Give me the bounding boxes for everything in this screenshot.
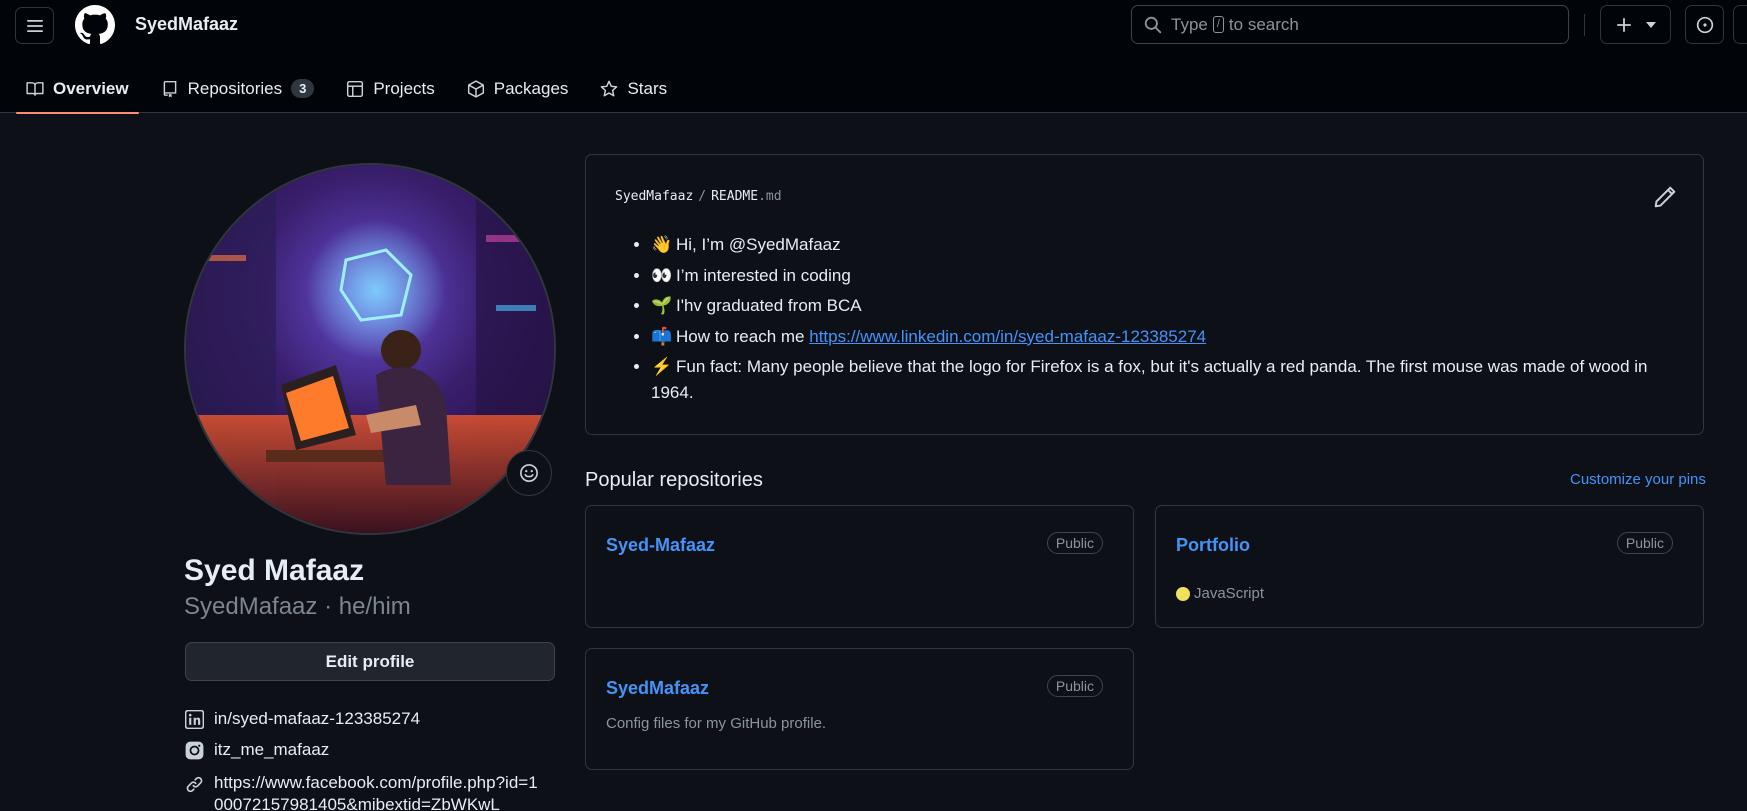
list-item: 👀I’m interested in coding	[651, 263, 1681, 289]
repo-language-label: JavaScript	[1194, 585, 1265, 602]
repo-icon	[163, 80, 176, 97]
linkedin-readme-link[interactable]: https://www.linkedin.com/in/syed-mafaaz-…	[809, 327, 1206, 346]
social-facebook[interactable]: https://www.facebook.com/profile.php?id=…	[184, 772, 544, 811]
top-header: SyedMafaaz Type / to search Overview Rep…	[0, 0, 1747, 114]
header-divider	[1584, 14, 1585, 36]
readme-list: 👋Hi, I’m @SyedMafaaz 👀I’m interested in …	[651, 232, 1681, 410]
tab-stars[interactable]: Stars	[590, 64, 677, 113]
readme-item-text: How to reach me	[676, 326, 810, 346]
readme-path: SyedMafaaz / README.md	[615, 189, 782, 204]
repo-name-link[interactable]: Portfolio	[1176, 535, 1250, 556]
repo-card: Syed-Mafaaz Public	[585, 505, 1134, 628]
linkedin-icon	[184, 709, 204, 729]
github-logo-icon[interactable]	[75, 5, 115, 45]
eyes-icon: 👀	[651, 265, 673, 285]
menu-button[interactable]	[15, 7, 54, 44]
visibility-badge: Public	[1046, 532, 1103, 554]
mailbox-icon: 📫	[651, 326, 673, 346]
tab-packages-label: Packages	[493, 78, 569, 98]
star-icon	[601, 80, 618, 96]
instagram-link[interactable]: itz_me_mafaaz	[214, 740, 329, 760]
pencil-icon[interactable]	[1653, 185, 1677, 209]
social-instagram[interactable]: itz_me_mafaaz	[184, 740, 329, 760]
issue-opened-icon	[1696, 16, 1713, 33]
list-item: 🌱I'hv graduated from BCA	[651, 293, 1681, 319]
readme-item-text: Fun fact: Many people believe that the l…	[651, 357, 1648, 402]
instagram-icon	[184, 740, 204, 760]
hamburger-icon	[26, 19, 43, 32]
header-username[interactable]: SyedMafaaz	[135, 14, 238, 35]
search-placeholder-prefix: Type	[1171, 14, 1208, 34]
repo-card: SyedMafaaz Public Config files for my Gi…	[585, 648, 1134, 770]
repo-name-link[interactable]: Syed-Mafaaz	[606, 535, 715, 556]
visibility-badge: Public	[1046, 675, 1103, 697]
tab-overview[interactable]: Overview	[16, 64, 139, 114]
readme-file-link[interactable]: README	[711, 189, 758, 204]
caret-down-icon	[1645, 21, 1656, 28]
book-icon	[26, 81, 44, 96]
smiley-icon	[520, 464, 538, 482]
avatar-image	[186, 165, 554, 533]
repo-name-link[interactable]: SyedMafaaz	[606, 678, 709, 699]
table-icon	[347, 80, 364, 97]
search-icon	[1144, 16, 1162, 33]
list-item: 📫How to reach me https://www.linkedin.co…	[651, 324, 1681, 350]
tab-repositories-label: Repositories	[187, 78, 283, 98]
repo-card: Portfolio Public JavaScript	[1155, 505, 1704, 628]
profile-readme-card: SyedMafaaz/README.md 👋Hi, I’m @SyedMafaa…	[585, 154, 1704, 435]
tab-packages[interactable]: Packages	[457, 64, 579, 113]
readme-owner-link[interactable]: SyedMafaaz	[615, 189, 693, 204]
tab-projects-label: Projects	[373, 78, 435, 98]
linkedin-link[interactable]: in/syed-mafaaz-123385274	[214, 709, 420, 729]
tab-projects[interactable]: Projects	[336, 64, 444, 113]
set-status-button[interactable]	[506, 450, 552, 496]
seedling-icon: 🌱	[651, 296, 673, 315]
profile-full-name: Syed Mafaaz	[184, 554, 365, 587]
create-new-button[interactable]	[1600, 5, 1671, 44]
social-linkedin[interactable]: in/syed-mafaaz-123385274	[184, 709, 420, 729]
visibility-badge: Public	[1616, 532, 1673, 554]
pull-requests-button[interactable]	[1733, 5, 1747, 44]
list-item: 👋Hi, I’m @SyedMafaaz	[651, 232, 1681, 258]
link-icon	[184, 774, 204, 794]
language-color-dot	[1176, 586, 1190, 601]
customize-pins-link[interactable]: Customize your pins	[1570, 471, 1706, 488]
list-item: ⚡Fun fact: Many people believe that the …	[651, 354, 1681, 405]
readme-file-ext: .md	[758, 189, 782, 204]
profile-login-pronouns: SyedMafaaz · he/him	[184, 593, 411, 620]
avatar[interactable]	[184, 163, 556, 535]
issues-button[interactable]	[1685, 5, 1724, 44]
facebook-link[interactable]: https://www.facebook.com/profile.php?id=…	[214, 772, 544, 811]
readme-item-text: I’m interested in coding	[676, 265, 851, 285]
repo-description: Config files for my GitHub profile.	[606, 715, 827, 732]
package-icon	[467, 79, 484, 98]
readme-item-text: Hi, I’m @SyedMafaaz	[676, 235, 841, 254]
tab-overview-label: Overview	[53, 78, 129, 98]
popular-repositories-heading: Popular repositories	[585, 469, 763, 491]
search-placeholder-suffix: to search	[1228, 14, 1299, 34]
edit-profile-button[interactable]: Edit profile	[185, 642, 555, 681]
tab-repositories[interactable]: Repositories 3	[151, 64, 325, 113]
profile-tabs: Overview Repositories 3 Projects Package…	[16, 64, 689, 114]
wave-icon: 👋	[651, 235, 673, 254]
tab-stars-label: Stars	[627, 78, 668, 98]
search-shortcut-key: /	[1212, 16, 1224, 33]
repositories-count-badge: 3	[291, 79, 315, 98]
lightning-icon: ⚡	[651, 357, 673, 376]
readme-item-text: I'hv graduated from BCA	[676, 296, 862, 315]
search-input[interactable]: Type / to search	[1131, 5, 1569, 44]
plus-icon	[1616, 17, 1631, 32]
repo-language: JavaScript	[1176, 585, 1264, 602]
